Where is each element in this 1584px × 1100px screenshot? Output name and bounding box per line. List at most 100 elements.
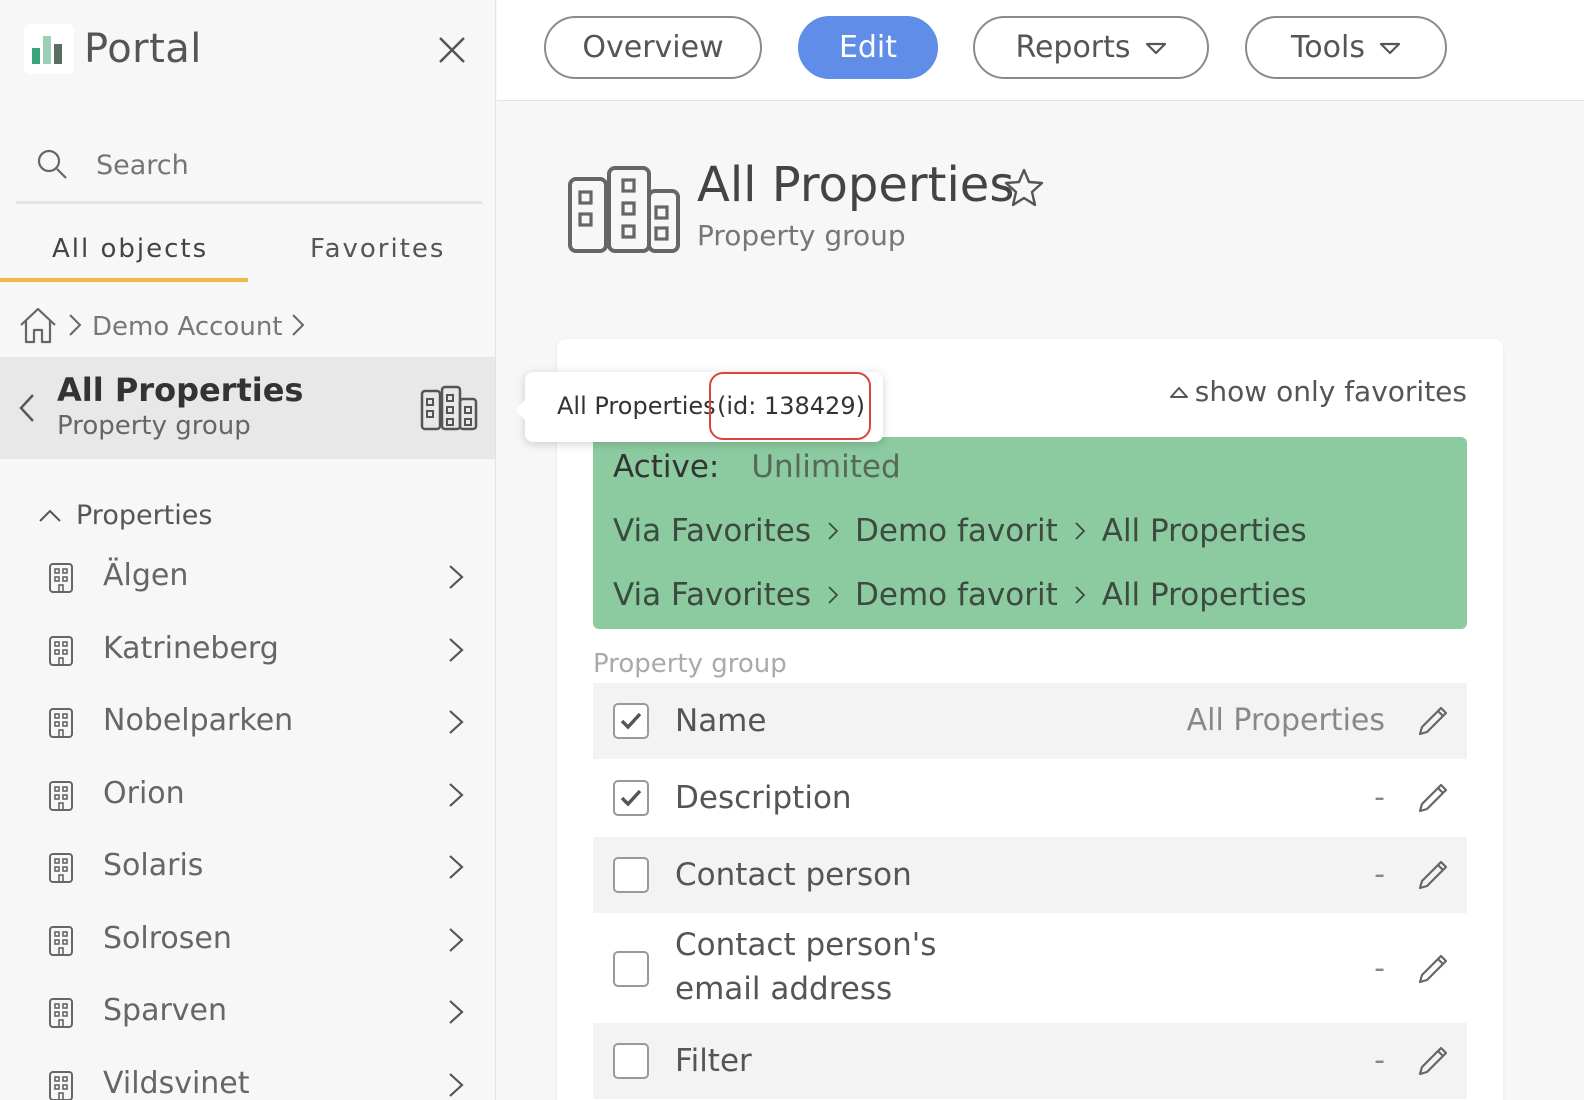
- chevron-right-icon: [827, 513, 839, 549]
- field-row-description: Description -: [593, 759, 1467, 837]
- list-item-label: Älgen: [103, 558, 189, 593]
- show-only-favorites-toggle[interactable]: show only favorites: [1169, 375, 1467, 408]
- caret-down-icon: [1379, 42, 1401, 54]
- building-icon: [48, 1070, 74, 1100]
- name-checkbox[interactable]: [613, 703, 649, 739]
- access-path-link[interactable]: Via Favorites: [613, 513, 811, 549]
- edit-button-label: Edit: [838, 30, 898, 65]
- property-list: Älgen Katrineberg Nobelparken Orion Sola…: [0, 540, 495, 1100]
- list-item-label: Nobelparken: [103, 703, 294, 738]
- reports-dropdown[interactable]: Reports: [973, 16, 1209, 79]
- list-item-label: Solaris: [103, 848, 204, 883]
- chevron-right-icon: [448, 999, 464, 1029]
- tooltip-object-name: All Properties: [557, 392, 716, 420]
- current-object[interactable]: All Properties Property group: [0, 357, 495, 459]
- active-label: Active:: [613, 449, 720, 485]
- building-icon: [48, 707, 74, 743]
- reports-dropdown-label: Reports: [1015, 30, 1131, 65]
- access-path-link[interactable]: Demo favorit: [855, 577, 1058, 613]
- home-icon[interactable]: [18, 306, 58, 348]
- tools-dropdown[interactable]: Tools: [1245, 16, 1447, 79]
- field-row-name: Name All Properties: [593, 683, 1467, 759]
- list-item[interactable]: Sparven: [0, 975, 495, 1048]
- pencil-icon[interactable]: [1415, 703, 1451, 743]
- access-path-row: Via Favorites Demo favorit All Propertie…: [613, 513, 1307, 549]
- chevron-right-icon: [448, 927, 464, 957]
- properties-section-header[interactable]: Properties: [38, 500, 212, 531]
- access-path-link[interactable]: All Properties: [1102, 513, 1307, 549]
- list-item-label: Vildsvinet: [103, 1065, 250, 1100]
- pencil-icon[interactable]: [1415, 857, 1451, 897]
- chevron-right-icon: [68, 313, 82, 341]
- field-value: -: [1374, 1043, 1385, 1078]
- top-toolbar: Overview Edit Reports Tools: [497, 0, 1584, 101]
- chevron-right-icon: [291, 313, 305, 341]
- star-icon[interactable]: [1003, 167, 1045, 211]
- brand-name: Portal: [84, 26, 202, 72]
- access-path-link[interactable]: Via Favorites: [613, 577, 811, 613]
- chevron-right-icon: [448, 709, 464, 739]
- chevron-right-icon: [448, 564, 464, 594]
- buildings-icon: [567, 165, 681, 259]
- page-title: All Properties: [697, 157, 1015, 213]
- field-label: Contact person: [675, 857, 912, 893]
- section-label: Property group: [593, 649, 787, 679]
- list-item[interactable]: Solaris: [0, 830, 495, 903]
- list-item[interactable]: Vildsvinet: [0, 1048, 495, 1100]
- edit-button[interactable]: Edit: [798, 16, 938, 79]
- chevron-right-icon: [448, 637, 464, 667]
- overview-button[interactable]: Overview: [544, 16, 762, 79]
- field-value: -: [1374, 857, 1385, 892]
- chevron-right-icon: [448, 1072, 464, 1100]
- list-item[interactable]: Nobelparken: [0, 685, 495, 758]
- sidebar: Portal All objects Favorites Demo Accoun…: [0, 0, 496, 1100]
- page-subtitle: Property group: [697, 219, 906, 252]
- field-row-filter: Filter -: [593, 1023, 1467, 1099]
- field-value: -: [1374, 951, 1385, 986]
- contact-email-checkbox[interactable]: [613, 951, 649, 987]
- breadcrumb: Demo Account: [18, 306, 305, 348]
- brand[interactable]: Portal: [24, 24, 202, 74]
- close-icon[interactable]: [436, 34, 468, 66]
- checkmark-icon: [620, 789, 642, 807]
- search-input[interactable]: [96, 150, 456, 181]
- search-bar[interactable]: [16, 130, 482, 204]
- list-item-label: Sparven: [103, 993, 228, 1028]
- field-label: Contact person's: [675, 927, 937, 963]
- description-checkbox[interactable]: [613, 780, 649, 816]
- chevron-left-icon[interactable]: [18, 393, 36, 427]
- breadcrumb-demo-account[interactable]: Demo Account: [92, 312, 283, 342]
- tab-all-objects[interactable]: All objects: [52, 234, 208, 264]
- pencil-icon[interactable]: [1415, 780, 1451, 820]
- list-item[interactable]: Orion: [0, 758, 495, 831]
- field-value: -: [1374, 780, 1385, 815]
- show-only-favorites-label: show only favorites: [1194, 375, 1467, 408]
- building-icon: [48, 635, 74, 671]
- pencil-icon[interactable]: [1415, 1043, 1451, 1083]
- buildings-icon: [420, 385, 478, 435]
- access-path-link[interactable]: All Properties: [1102, 577, 1307, 613]
- caret-up-icon: [1169, 386, 1188, 398]
- chevron-right-icon: [1074, 577, 1086, 613]
- properties-section-title: Properties: [76, 500, 213, 531]
- tab-favorites[interactable]: Favorites: [310, 234, 445, 264]
- list-item[interactable]: Solrosen: [0, 903, 495, 976]
- access-path-link[interactable]: Demo favorit: [855, 513, 1058, 549]
- active-tab-indicator: [0, 278, 248, 282]
- object-id-tooltip: All Properties (id: 138429): [515, 372, 883, 442]
- field-row-contact-email: Contact person's email address -: [593, 913, 1467, 1023]
- list-item-label: Solrosen: [103, 920, 232, 956]
- access-path-row: Via Favorites Demo favorit All Propertie…: [613, 577, 1307, 613]
- access-panel: Active: Unlimited Via Favorites Demo fav…: [593, 437, 1467, 629]
- list-item[interactable]: Älgen: [0, 540, 495, 613]
- tools-dropdown-label: Tools: [1291, 30, 1365, 65]
- contact-person-checkbox[interactable]: [613, 857, 649, 893]
- building-icon: [48, 780, 74, 816]
- list-item-label: Orion: [103, 775, 185, 811]
- pencil-icon[interactable]: [1415, 951, 1451, 991]
- filter-checkbox[interactable]: [613, 1043, 649, 1079]
- current-object-subtitle: Property group: [57, 411, 251, 441]
- list-item[interactable]: Katrineberg: [0, 613, 495, 686]
- field-value: All Properties: [1186, 703, 1385, 738]
- caret-down-icon: [1145, 42, 1166, 54]
